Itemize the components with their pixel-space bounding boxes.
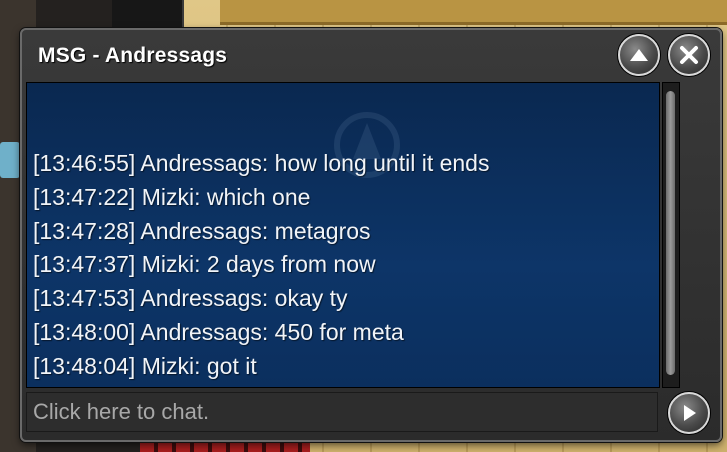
chat-message: [13:48:04] Mizki: got it xyxy=(33,352,257,379)
chat-message: [13:47:28] Andressags: metagros xyxy=(33,217,371,244)
chat-message: [13:47:22] Mizki: which one xyxy=(33,183,311,210)
game-side-object xyxy=(0,142,20,178)
message-list: [13:46:55] Andressags: how long until it… xyxy=(33,147,643,384)
close-icon xyxy=(680,46,698,64)
chat-message: [13:48:00] Andressags: 450 for meta xyxy=(33,318,404,345)
message-scrollbar[interactable] xyxy=(662,82,680,388)
chat-message: [13:46:55] Andressags: how long until it… xyxy=(33,150,490,176)
close-button[interactable] xyxy=(668,34,710,76)
scrollbar-thumb[interactable] xyxy=(666,91,675,375)
window-title: MSG - Andressags xyxy=(38,44,228,67)
play-arrow-icon xyxy=(684,405,696,421)
game-wall-trim xyxy=(220,0,727,25)
game-pillar xyxy=(112,0,184,28)
chevron-up-icon xyxy=(630,49,648,61)
send-button[interactable] xyxy=(668,392,710,434)
minimize-button[interactable] xyxy=(618,34,660,76)
chat-message: [13:47:37] Mizki: 2 days from now xyxy=(33,251,376,278)
chat-message: [13:47:53] Andressags: okay ty xyxy=(33,285,348,312)
title-bar[interactable]: MSG - Andressags xyxy=(22,30,720,80)
chat-input[interactable] xyxy=(26,392,658,432)
message-pane[interactable]: [13:46:55] Andressags: how long until it… xyxy=(26,82,660,388)
chat-window: MSG - Andressags [13:46:55] Andressags: … xyxy=(20,28,722,442)
